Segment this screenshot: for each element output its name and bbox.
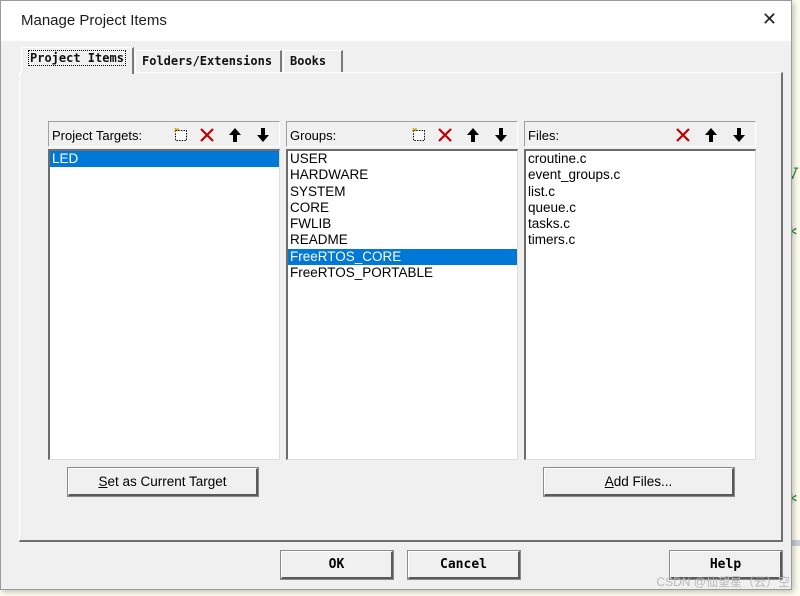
list-item-file[interactable]: timers.c (526, 232, 755, 248)
project-targets-title: Project Targets: (52, 128, 143, 143)
list-item-group[interactable]: HARDWARE (288, 167, 517, 183)
list-item-group[interactable]: CORE (288, 200, 517, 216)
list-item-group[interactable]: FWLIB (288, 216, 517, 232)
list-item-group[interactable]: README (288, 232, 517, 248)
move-down-arrow-icon[interactable] (727, 124, 751, 145)
new-item-icon[interactable] (169, 124, 193, 145)
move-up-arrow-icon[interactable] (223, 124, 247, 145)
files-title: Files: (528, 128, 560, 143)
close-icon[interactable]: ✕ (762, 9, 777, 30)
list-item-file[interactable]: queue.c (526, 200, 755, 216)
move-down-arrow-icon[interactable] (251, 124, 275, 145)
tab-panel: Project Targets: LED Groups: USER HARDWA… (19, 72, 783, 542)
list-item-file[interactable]: tasks.c (526, 216, 755, 232)
tab-folders-extensions[interactable]: Folders/Extensions (135, 50, 282, 72)
cancel-button[interactable]: Cancel (407, 550, 521, 580)
delete-x-icon[interactable] (671, 124, 695, 145)
list-item-group[interactable]: SYSTEM (288, 184, 517, 200)
groups-list[interactable]: USER HARDWARE SYSTEM CORE FWLIB README F… (286, 149, 518, 460)
tab-label: Project Items (28, 50, 126, 66)
delete-x-icon[interactable] (195, 124, 219, 145)
tab-books[interactable]: Books (283, 50, 343, 72)
move-up-arrow-icon[interactable] (699, 124, 723, 145)
list-item-group[interactable]: FreeRTOS_PORTABLE (288, 265, 517, 281)
add-files-button[interactable]: Add Files... (543, 467, 735, 497)
tab-project-items[interactable]: Project Items (21, 47, 134, 74)
set-as-current-target-button[interactable]: Set as Current Target (67, 467, 259, 497)
tab-label: Folders/Extensions (142, 54, 273, 68)
button-label: dd Files... (613, 474, 673, 489)
list-item-target-led[interactable]: LED (50, 151, 279, 168)
delete-x-icon[interactable] (433, 124, 457, 145)
list-item-group-selected[interactable]: FreeRTOS_CORE (288, 248, 517, 266)
move-down-arrow-icon[interactable] (489, 124, 513, 145)
tab-label: Books (290, 54, 327, 68)
project-targets-header: Project Targets: (48, 121, 280, 147)
files-list[interactable]: croutine.c event_groups.c list.c queue.c… (524, 149, 756, 460)
ok-button[interactable]: OK (280, 550, 394, 580)
list-item-group[interactable]: USER (288, 151, 517, 167)
title-bar: Manage Project Items ✕ (1, 1, 791, 41)
window-title: Manage Project Items (21, 12, 167, 29)
project-targets-list[interactable]: LED (48, 149, 280, 460)
button-label: et as Current Target (107, 474, 227, 489)
groups-title: Groups: (290, 128, 337, 143)
list-item-file[interactable]: list.c (526, 184, 755, 200)
watermark-text: CSDN @仙望星（云）空 (656, 575, 790, 589)
manage-project-items-dialog: Manage Project Items ✕ Project Items Fol… (0, 0, 792, 590)
mnemonic: A (604, 474, 614, 489)
files-header: Files: (524, 121, 756, 147)
list-item-file[interactable]: event_groups.c (526, 167, 755, 183)
groups-header: Groups: (286, 121, 518, 147)
mnemonic: S (98, 474, 108, 489)
new-item-icon[interactable] (407, 124, 431, 145)
move-up-arrow-icon[interactable] (461, 124, 485, 145)
list-item-file[interactable]: croutine.c (526, 151, 755, 167)
